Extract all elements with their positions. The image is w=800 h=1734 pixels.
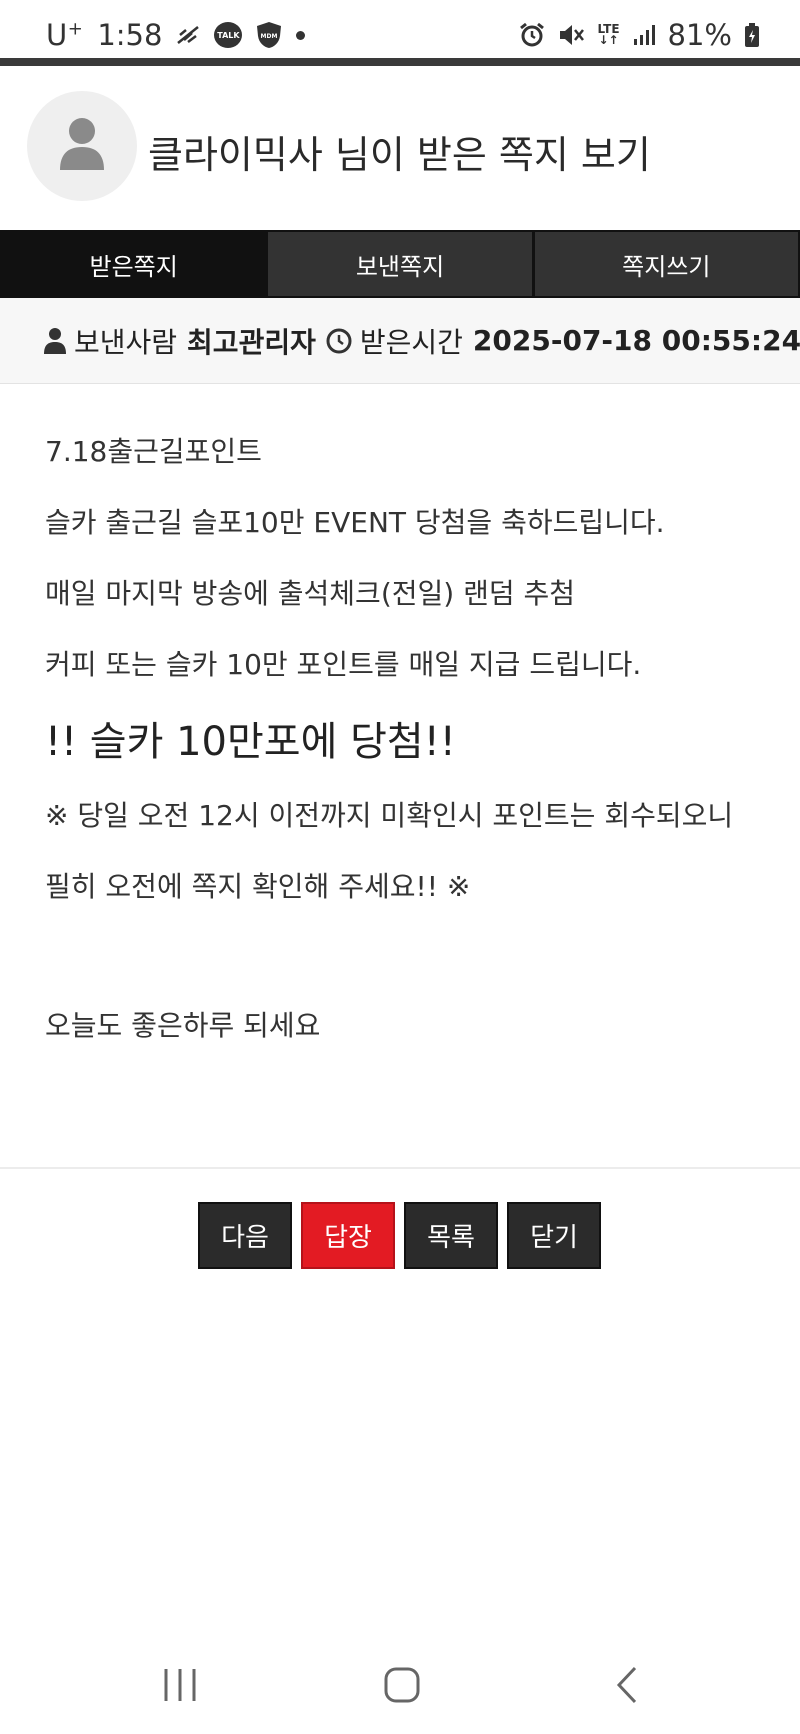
back-button[interactable] [598,1660,658,1710]
message-line: 슬카 출근길 슬포10만 EVENT 당첨을 축하드립니다. [45,506,665,539]
avatar [27,91,137,201]
message-line: 매일 마지막 방송에 출석체크(전일) 랜덤 추첨 [45,577,576,610]
home-icon [384,1667,420,1703]
close-button[interactable]: 닫기 [507,1202,601,1269]
content-divider [0,1167,800,1169]
message-body: 7.18출근길포인트 슬카 출근길 슬포10만 EVENT 당첨을 축하드립니다… [45,430,755,1075]
message-line: 오늘도 좋은하루 되세요 [45,1009,321,1042]
svg-text:MDM: MDM [261,33,278,40]
message-line: 커피 또는 슬카 10만 포인트를 매일 지급 드립니다. [45,648,642,681]
carrier-label: U+ [46,18,84,52]
message-line: ※ 당일 오전 12시 이전까지 미확인시 포인트는 회수되오니 [45,799,734,832]
back-icon [616,1666,637,1704]
battery-icon [744,22,760,48]
mute-icon [557,22,585,48]
sender-label: 보낸사람 [74,325,178,359]
recent-apps-button[interactable] [150,1660,210,1710]
lte-icon: LTE ↓↑ [597,22,620,47]
tab-compose[interactable]: 쪽지쓰기 [534,232,798,296]
tab-sent[interactable]: 보낸쪽지 [268,232,532,296]
alarm-icon [519,22,545,48]
tab-inbox[interactable]: 받은쪽지 [2,232,266,296]
user-icon [60,118,104,170]
top-divider [0,58,800,66]
sender-name: 최고관리자 [187,325,316,359]
message-meta: 보낸사람 최고관리자 받은시간 2025-07-18 00:55:24 [0,298,800,384]
next-button[interactable]: 다음 [198,1202,292,1269]
list-button[interactable]: 목록 [404,1202,498,1269]
message-tabs: 받은쪽지 보낸쪽지 쪽지쓰기 [0,230,800,298]
message-line: 필히 오전에 쪽지 확인해 주세요!! ※ [45,870,471,903]
battery-percent: 81% [667,18,732,52]
signal-slash-icon [176,25,200,45]
received-time-label: 받은시간 [359,325,463,359]
system-nav-bar [0,1640,800,1734]
message-line: 7.18출근길포인트 [45,435,262,468]
user-icon [44,327,66,355]
status-bar: U+ 1:58 TALK MDM LTE ↓↑ 81% [0,0,800,60]
clock: 1:58 [97,18,163,52]
home-button[interactable] [372,1660,432,1710]
received-time: 2025-07-18 00:55:24 [472,324,800,357]
signal-icon [632,23,656,47]
page-header: 클라이믹사 님이 받은 쪽지 보기 [0,66,800,230]
clock-icon [326,328,352,354]
recent-apps-icon [164,1669,196,1701]
action-buttons: 다음 답장 목록 닫기 [198,1202,601,1269]
dot-icon [296,30,306,40]
message-headline: !! 슬카 10만포에 당첨!! [45,719,456,765]
page-title: 클라이믹사 님이 받은 쪽지 보기 [148,133,651,177]
shield-icon: MDM [256,21,282,49]
talk-icon: TALK [214,22,243,48]
reply-button[interactable]: 답장 [301,1202,395,1269]
